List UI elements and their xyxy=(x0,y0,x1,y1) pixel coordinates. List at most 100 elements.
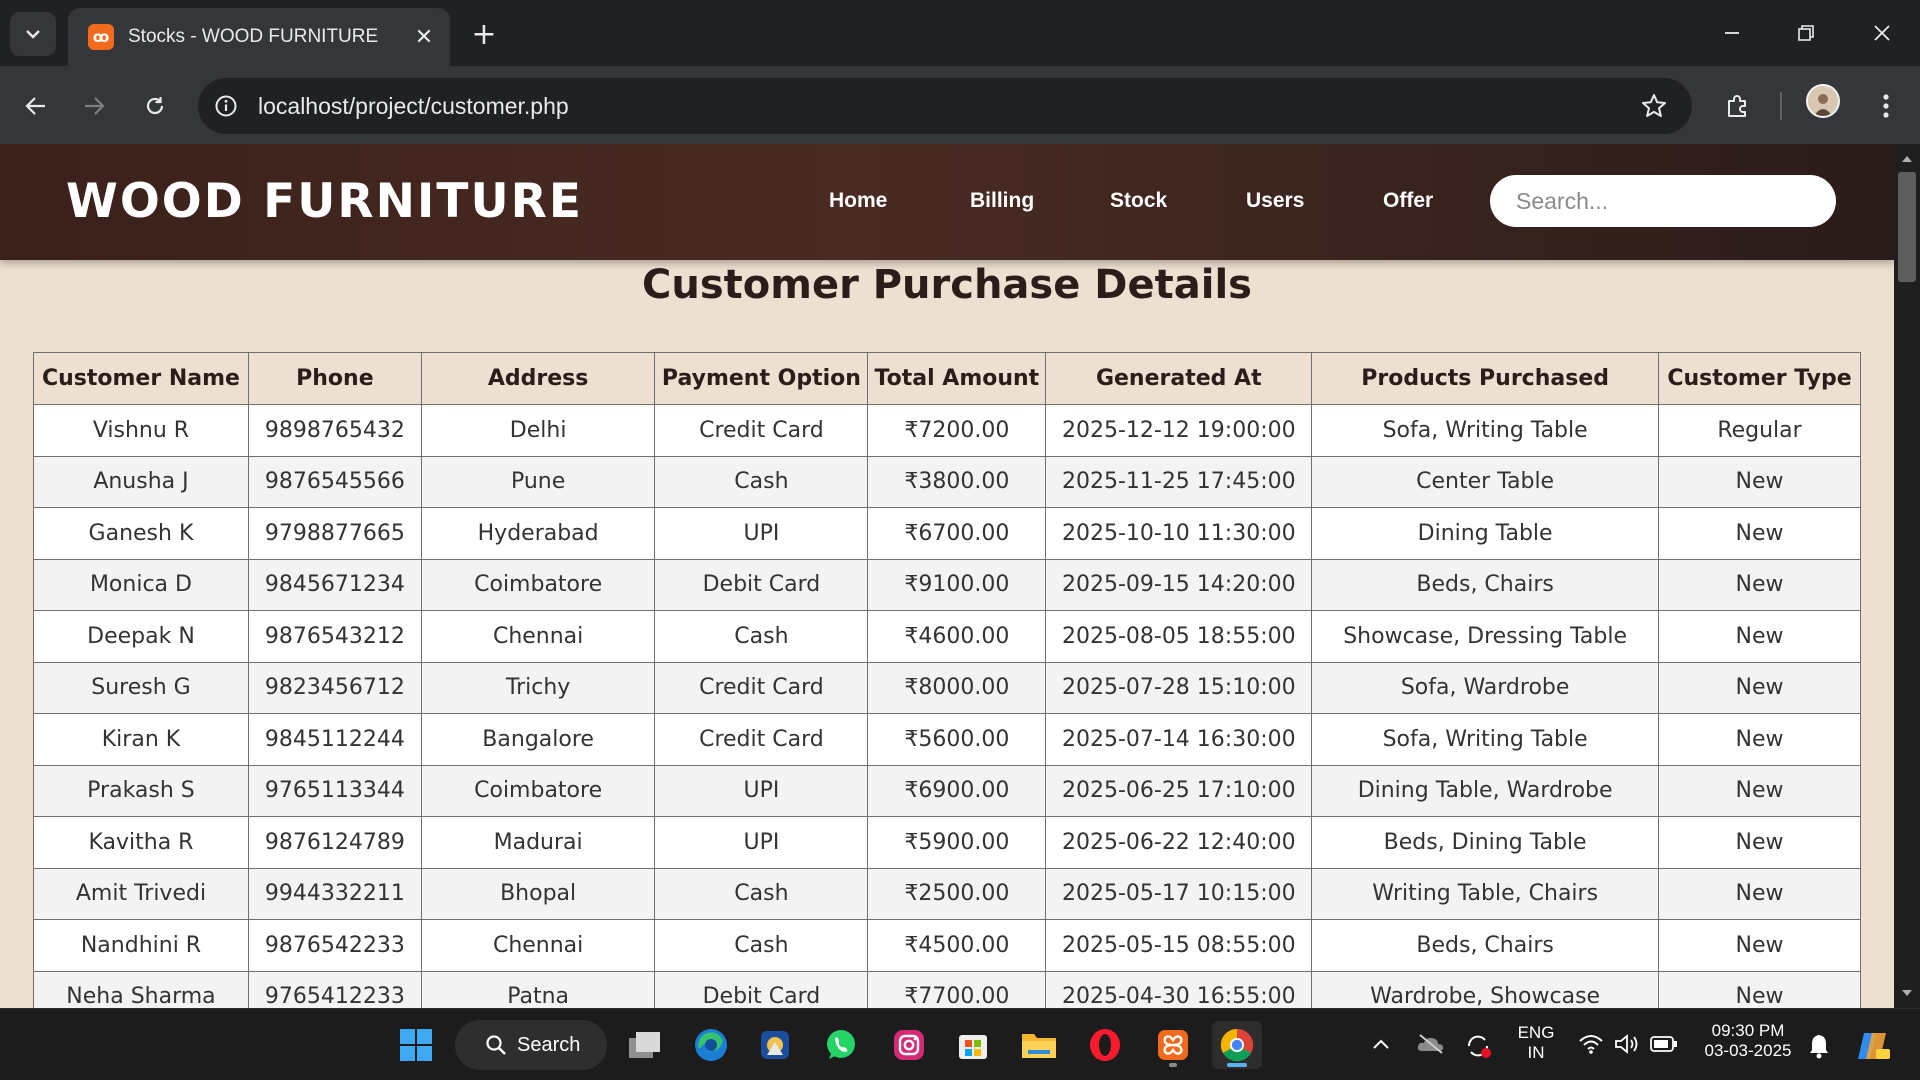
task-view-button[interactable] xyxy=(620,1021,670,1069)
table-row: Ganesh K 9798877665 Hyderabad UPI ₹6700.00 20… xyxy=(33,507,1861,560)
address-bar[interactable]: localhost/project/customer.php xyxy=(198,78,1692,134)
close-window-button[interactable] xyxy=(1852,12,1912,54)
tab-search-button[interactable] xyxy=(10,12,56,56)
cell-customer-name: Monica D xyxy=(33,558,249,611)
cell-generated-at: 2025-12-12 19:00:00 xyxy=(1045,404,1313,457)
cell-phone: 9876542233 xyxy=(247,919,422,972)
cell-address: Pune xyxy=(420,455,656,508)
bookmark-star-icon[interactable] xyxy=(1640,92,1668,120)
chrome-icon xyxy=(1220,1028,1254,1062)
edge-icon xyxy=(695,1029,727,1061)
cell-products-purchased: Dining Table, Wardrobe xyxy=(1311,764,1660,817)
cell-generated-at: 2025-07-28 15:10:00 xyxy=(1045,661,1313,714)
forward-button[interactable] xyxy=(74,86,114,126)
column-header-customer-name: Customer Name xyxy=(33,352,249,405)
reload-button[interactable] xyxy=(135,86,175,126)
cell-address: Chennai xyxy=(420,919,656,972)
notification-bell-icon[interactable] xyxy=(1808,1033,1830,1059)
start-button[interactable] xyxy=(391,1021,441,1069)
new-tab-button[interactable]: + xyxy=(466,16,502,52)
cell-address: Hyderabad xyxy=(420,507,656,560)
sync-icon[interactable] xyxy=(1464,1032,1492,1060)
cell-total-amount: ₹7200.00 xyxy=(867,404,1047,457)
taskbar-search[interactable]: Search xyxy=(455,1020,607,1070)
cell-total-amount: ₹5900.00 xyxy=(867,816,1047,869)
arrow-right-icon xyxy=(85,97,105,115)
whatsapp-icon xyxy=(827,1030,855,1059)
cell-phone: 9765412233 xyxy=(247,970,422,1008)
scroll-down-icon[interactable] xyxy=(1900,986,1914,1000)
cell-customer-type: New xyxy=(1658,867,1861,920)
reload-icon xyxy=(146,97,164,115)
chevron-up-icon[interactable] xyxy=(1372,1038,1390,1050)
profile-avatar[interactable] xyxy=(1806,84,1840,118)
table-row: Deepak N 9876543212 Chennai Cash ₹4600.00 202… xyxy=(33,610,1861,663)
table-row: Nandhini R 9876542233 Chennai Cash ₹4500.00 2… xyxy=(33,919,1861,972)
restore-button[interactable] xyxy=(1776,12,1836,54)
browser-tab-active[interactable]: ꝏ Stocks - WOOD FURNITURE ✕ xyxy=(68,8,450,66)
browser-toolbar: localhost/project/customer.php xyxy=(0,66,1920,144)
browser-tab-bar: ꝏ Stocks - WOOD FURNITURE ✕ + xyxy=(0,0,1920,66)
url-text: localhost/project/customer.php xyxy=(258,93,569,119)
taskbar-edge[interactable] xyxy=(686,1021,736,1069)
onedrive-icon[interactable] xyxy=(1416,1033,1446,1055)
wifi-icon[interactable] xyxy=(1578,1033,1604,1055)
nav-users[interactable]: Users xyxy=(1246,189,1304,213)
photos-icon xyxy=(761,1031,789,1059)
page-scrollbar[interactable] xyxy=(1894,144,1920,1008)
site-logo[interactable]: WOOD FURNITURE xyxy=(66,174,583,229)
page-viewport: WOOD FURNITURE Home Billing Stock Users … xyxy=(0,144,1894,1008)
extensions-button[interactable] xyxy=(1718,86,1758,126)
table-row: Neha Sharma 9765412233 Patna Debit Card ₹770… xyxy=(33,970,1861,1008)
volume-icon[interactable] xyxy=(1614,1033,1640,1055)
nav-offer[interactable]: Offer xyxy=(1383,189,1433,213)
cell-phone: 9765113344 xyxy=(247,764,422,817)
browser-menu-button[interactable] xyxy=(1866,86,1906,126)
taskbar-instagram[interactable] xyxy=(884,1021,934,1069)
tab-close-button[interactable]: ✕ xyxy=(410,25,438,50)
minimize-button[interactable] xyxy=(1702,12,1762,54)
taskbar-chrome[interactable] xyxy=(1212,1021,1262,1069)
cell-address: Trichy xyxy=(420,661,656,714)
file-explorer-icon xyxy=(629,1032,660,1058)
cell-customer-type: New xyxy=(1658,919,1861,972)
nav-home[interactable]: Home xyxy=(829,189,887,213)
cell-customer-name: Nandhini R xyxy=(33,919,249,972)
table-row: Suresh G 9823456712 Trichy Credit Card ₹8000… xyxy=(33,661,1861,714)
site-search-input[interactable] xyxy=(1490,175,1836,227)
cell-phone: 9876543212 xyxy=(247,610,422,663)
copilot-icon[interactable] xyxy=(1856,1029,1892,1063)
cell-total-amount: ₹2500.00 xyxy=(867,867,1047,920)
cell-products-purchased: Dining Table xyxy=(1311,507,1660,560)
taskbar-photos[interactable] xyxy=(750,1021,800,1069)
region-code: IN xyxy=(1527,1043,1545,1062)
cell-customer-type: New xyxy=(1658,970,1861,1008)
nav-stock[interactable]: Stock xyxy=(1110,189,1167,213)
cell-generated-at: 2025-05-17 10:15:00 xyxy=(1045,867,1313,920)
taskbar-opera[interactable] xyxy=(1080,1021,1130,1069)
cell-total-amount: ₹3800.00 xyxy=(867,455,1047,508)
scroll-up-icon[interactable] xyxy=(1900,152,1914,166)
back-button[interactable] xyxy=(16,86,56,126)
column-header-payment-option: Payment Option xyxy=(654,352,869,405)
clock[interactable]: 09:30 PM 03-03-2025 xyxy=(1696,1021,1800,1061)
taskbar-folder[interactable] xyxy=(1014,1021,1064,1069)
cell-phone: 9845671234 xyxy=(247,558,422,611)
language-indicator[interactable]: ENG IN xyxy=(1512,1023,1560,1063)
taskbar-search-label: Search xyxy=(517,1033,581,1056)
puzzle-icon xyxy=(1728,95,1746,117)
windows-taskbar: Search ENG IN 09:30 PM 03-03-2025 xyxy=(0,1008,1920,1080)
scrollbar-thumb[interactable] xyxy=(1898,172,1916,282)
cell-generated-at: 2025-04-30 16:55:00 xyxy=(1045,970,1313,1008)
cell-payment-option: Credit Card xyxy=(654,404,869,457)
taskbar-xampp[interactable] xyxy=(1148,1021,1198,1069)
taskbar-store[interactable] xyxy=(948,1021,998,1069)
battery-icon[interactable] xyxy=(1650,1035,1678,1053)
cell-customer-name: Ganesh K xyxy=(33,507,249,560)
taskbar-whatsapp[interactable] xyxy=(816,1021,866,1069)
site-info-icon[interactable] xyxy=(214,94,238,118)
nav-billing[interactable]: Billing xyxy=(970,189,1034,213)
column-header-address: Address xyxy=(420,352,656,405)
cell-products-purchased: Center Table xyxy=(1311,455,1660,508)
folder-icon xyxy=(1022,1034,1056,1058)
